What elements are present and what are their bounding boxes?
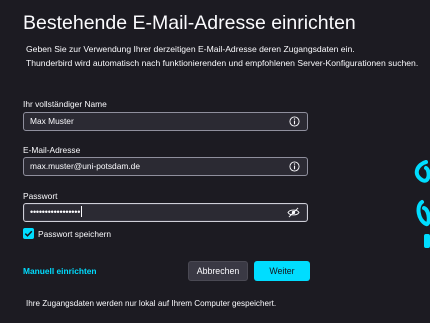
password-field-value: ••••••••••••••••• — [30, 206, 83, 217]
email-field-value: max.muster@uni-potsdam.de — [30, 161, 140, 171]
page-description: Geben Sie zur Verwendung Ihrer derzeitig… — [26, 42, 418, 70]
decorative-illustration — [414, 160, 430, 248]
page-title: Bestehende E-Mail-Adresse einrichten — [23, 12, 356, 34]
name-field-value: Max Muster — [30, 116, 74, 126]
eye-icon[interactable] — [287, 207, 300, 218]
checkmark-icon — [24, 230, 33, 237]
remember-password-label[interactable]: Passwort speichern — [38, 229, 111, 239]
email-label: E-Mail-Adresse — [23, 145, 81, 155]
email-field[interactable]: max.muster@uni-potsdam.de — [23, 157, 308, 176]
password-mask: ••••••••••••••••• — [30, 207, 81, 217]
manual-setup-link[interactable]: Manuell einrichten — [23, 266, 97, 276]
description-line-2: Thunderbird wird automatisch nach funkti… — [26, 58, 419, 68]
next-button[interactable]: Weiter — [254, 261, 310, 281]
name-field[interactable]: Max Muster — [23, 112, 308, 131]
privacy-note: Ihre Zugangsdaten werden nur lokal auf I… — [26, 299, 277, 308]
cancel-button[interactable]: Abbrechen — [188, 261, 248, 281]
password-field[interactable]: ••••••••••••••••• — [23, 203, 308, 222]
info-icon[interactable] — [289, 161, 300, 172]
password-label: Passwort — [23, 191, 58, 201]
description-line-1: Geben Sie zur Verwendung Ihrer derzeitig… — [26, 44, 355, 54]
info-icon[interactable] — [289, 116, 300, 127]
remember-password-checkbox[interactable] — [23, 228, 34, 239]
name-label: Ihr vollständiger Name — [23, 99, 107, 109]
text-caret — [81, 206, 83, 217]
